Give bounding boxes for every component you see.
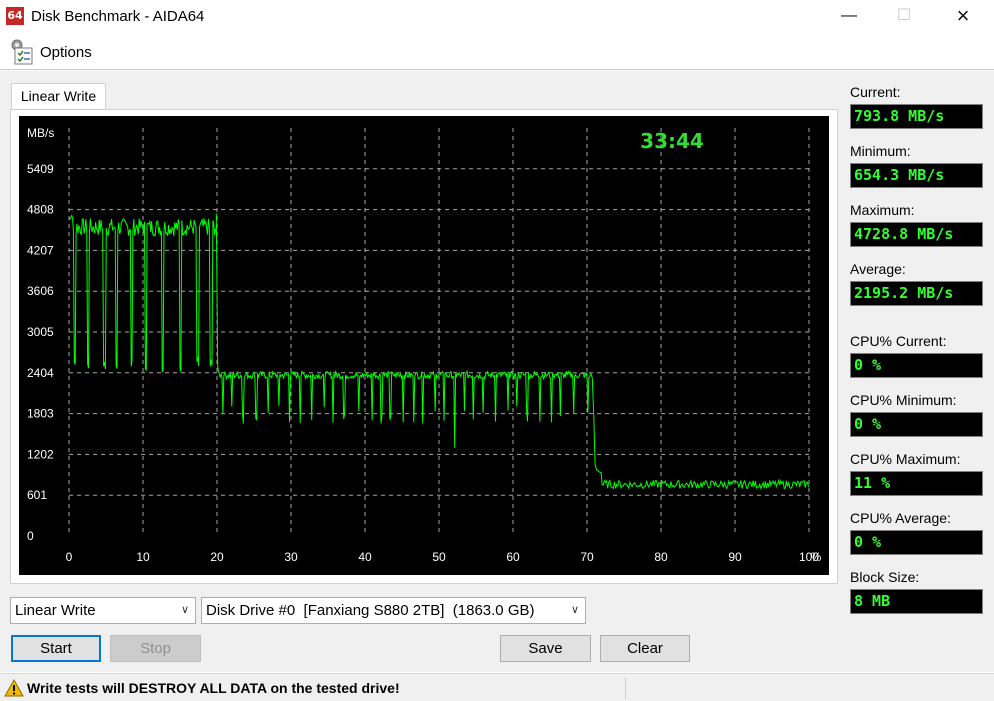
maximum-label: Maximum: [850, 202, 915, 218]
benchmark-chart: 0 601 1202 1803 2404 3005 3606 4207 4808 5409 MB/s… [19, 116, 829, 575]
x-tick-label: 90 [728, 550, 742, 564]
test-type-select[interactable]: Linear Write ∨ [10, 597, 196, 624]
y-tick-label: 0 [27, 529, 34, 543]
cpu-average-label: CPU% Average: [850, 510, 951, 526]
y-tick-label: 3005 [27, 325, 54, 339]
maximum-value: 4728.8 MB/s [850, 222, 983, 247]
aida64-logo-icon: 64 [6, 7, 24, 25]
y-axis-label: MB/s [27, 126, 54, 140]
average-value: 2195.2 MB/s [850, 281, 983, 306]
cpu-minimum-label: CPU% Minimum: [850, 392, 957, 408]
test-type-value: Linear Write [15, 602, 96, 619]
minimum-label: Minimum: [850, 143, 911, 159]
warning-message: Write tests will DESTROY ALL DATA on the… [27, 680, 400, 696]
y-tick-label: 3606 [27, 284, 54, 298]
x-tick-label: 80 [654, 550, 668, 564]
elapsed-time: 33:44 [640, 129, 704, 153]
average-label: Average: [850, 261, 906, 277]
chevron-down-icon: ∨ [570, 604, 579, 616]
y-tick-label: 1202 [27, 447, 54, 461]
x-tick-label: 0 [66, 550, 73, 564]
cpu-minimum-value: 0 % [850, 412, 983, 437]
chevron-down-icon: ∨ [180, 604, 189, 616]
y-tick-label: 4207 [27, 243, 54, 257]
minimum-value: 654.3 MB/s [850, 163, 983, 188]
cpu-maximum-label: CPU% Maximum: [850, 451, 961, 467]
x-tick-label: 50 [432, 550, 446, 564]
cpu-current-label: CPU% Current: [850, 333, 947, 349]
y-tick-label: 4808 [27, 203, 54, 217]
maximize-button: ☐ [896, 7, 912, 24]
x-tick-label: 40 [358, 550, 372, 564]
y-tick-label: 1803 [27, 407, 54, 421]
x-tick-label: 60 [506, 550, 520, 564]
options-menu[interactable]: Options [40, 44, 92, 61]
current-label: Current: [850, 84, 901, 100]
drive-value: Disk Drive #0 [Fanxiang S880 2TB] (1863.… [206, 602, 535, 619]
cpu-maximum-value: 11 % [850, 471, 983, 496]
block-size-label: Block Size: [850, 569, 920, 585]
y-tick-label: 2404 [27, 366, 54, 380]
y-tick-label: 5409 [27, 162, 54, 176]
save-button[interactable]: Save [500, 635, 591, 662]
tab-linear-write[interactable]: Linear Write [11, 83, 106, 110]
menu-bar: Options [0, 32, 994, 70]
close-button[interactable]: × [940, 0, 986, 32]
x-axis-unit: % [811, 550, 822, 564]
window-title: Disk Benchmark - AIDA64 [31, 8, 205, 25]
cpu-average-value: 0 % [850, 530, 983, 555]
start-button[interactable]: Start [11, 635, 101, 662]
current-value: 793.8 MB/s [850, 104, 983, 129]
x-tick-label: 20 [210, 550, 224, 564]
client-area: Linear Write 0 601 1202 1803 2404 3005 3606 420… [0, 71, 994, 672]
x-tick-label: 30 [284, 550, 298, 564]
cpu-current-value: 0 % [850, 353, 983, 378]
x-tick-label: 70 [580, 550, 594, 564]
drive-select[interactable]: Disk Drive #0 [Fanxiang S880 2TB] (1863.… [201, 597, 586, 624]
y-tick-label: 601 [27, 488, 47, 502]
x-tick-label: 10 [136, 550, 150, 564]
options-checklist-icon[interactable] [9, 38, 35, 66]
status-divider [625, 677, 626, 699]
clear-button[interactable]: Clear [600, 635, 690, 662]
status-bar: Write tests will DESTROY ALL DATA on the… [0, 673, 994, 701]
minimize-button[interactable]: — [826, 0, 872, 32]
stop-button: Stop [110, 635, 201, 662]
warning-triangle-icon [4, 679, 24, 697]
title-bar: 64 Disk Benchmark - AIDA64 — ☐ × [0, 0, 994, 32]
block-size-value: 8 MB [850, 589, 983, 614]
